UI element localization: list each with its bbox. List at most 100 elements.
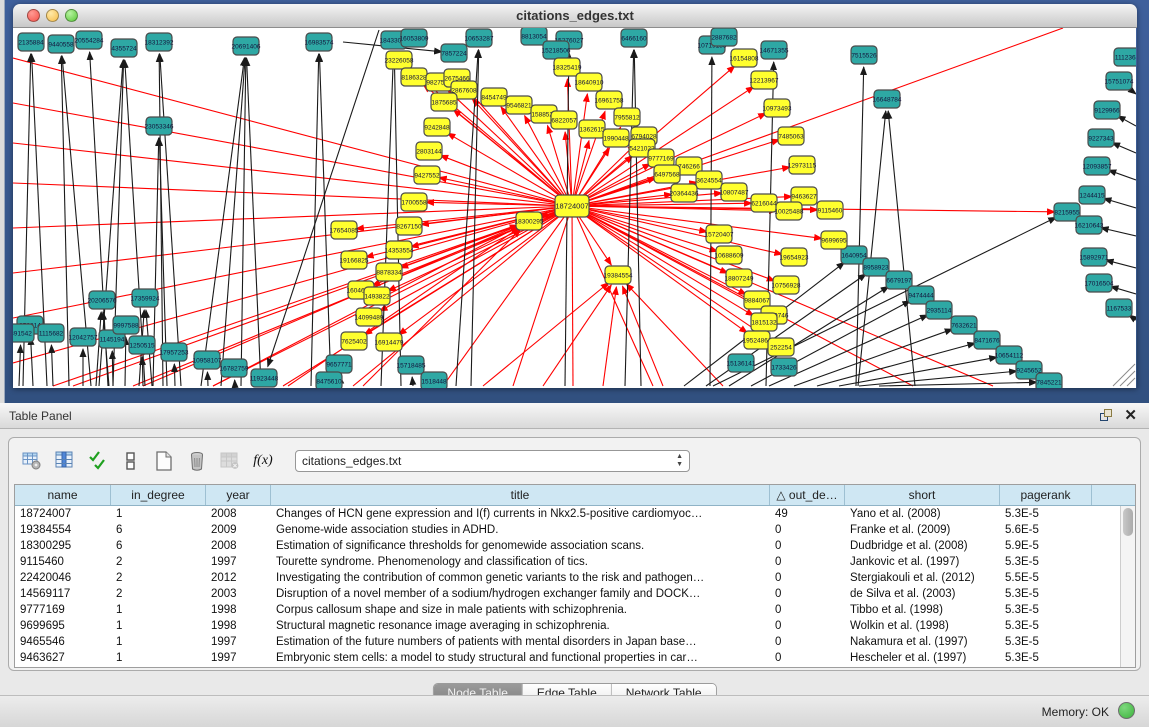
network-node[interactable]: 7485063 xyxy=(778,127,804,145)
table-cell[interactable]: 0 xyxy=(770,586,845,602)
unselect-all-button[interactable] xyxy=(118,448,144,474)
network-node[interactable]: 19384554 xyxy=(604,266,633,284)
network-node[interactable]: 8186328 xyxy=(401,68,427,86)
table-cell[interactable]: 5.6E-5 xyxy=(1000,522,1092,538)
table-cell[interactable]: 9115460 xyxy=(15,554,111,570)
table-cell[interactable]: Structural magnetic resonance image aver… xyxy=(271,618,770,634)
table-row[interactable]: 911546021997Tourette syndrome. Phenomeno… xyxy=(15,554,1135,570)
table-cell[interactable]: 9463627 xyxy=(15,650,111,666)
network-node[interactable]: 6822057 xyxy=(551,111,577,129)
network-node[interactable]: 8958923 xyxy=(863,258,889,276)
network-node[interactable]: 20691406 xyxy=(232,37,261,55)
table-cell[interactable]: 2 xyxy=(111,554,206,570)
table-cell[interactable]: Investigating the contribution of common… xyxy=(271,570,770,586)
network-edge[interactable] xyxy=(1118,116,1136,126)
network-edge[interactable] xyxy=(1106,260,1136,268)
table-cell[interactable]: 9465546 xyxy=(15,634,111,650)
table-cell[interactable]: Hescheler et al. (1997) xyxy=(845,650,1000,666)
table-cell[interactable]: 1997 xyxy=(206,554,271,570)
close-panel-icon[interactable]: ✕ xyxy=(1124,409,1137,423)
network-node[interactable]: 15718485 xyxy=(397,356,426,374)
network-edge[interactable] xyxy=(174,364,175,386)
network-node[interactable]: 2803144 xyxy=(416,142,442,160)
network-node[interactable]: 9115460 xyxy=(817,201,843,219)
table-cell[interactable]: Yano et al. (2008) xyxy=(845,506,1000,522)
network-node[interactable]: 1518448 xyxy=(421,372,447,388)
table-cell[interactable]: Franke et al. (2009) xyxy=(845,522,1000,538)
network-node[interactable]: 23053346 xyxy=(145,117,174,135)
network-node[interactable]: 16961758 xyxy=(595,91,624,109)
network-node[interactable]: 9997588 xyxy=(113,316,139,334)
table-cell[interactable]: 1998 xyxy=(206,602,271,618)
table-cell[interactable]: 0 xyxy=(770,570,845,586)
new-table-button[interactable] xyxy=(151,448,177,474)
network-node[interactable]: 9440558 xyxy=(48,35,74,53)
scrollbar-thumb[interactable] xyxy=(1123,508,1133,536)
network-node[interactable]: 9546821 xyxy=(506,96,532,114)
table-cell[interactable]: 2003 xyxy=(206,586,271,602)
network-node[interactable]: 2135884 xyxy=(18,33,44,51)
network-node[interactable]: 9777169 xyxy=(648,149,674,167)
network-node[interactable]: 10973493 xyxy=(763,99,792,117)
network-edge[interactable] xyxy=(572,206,1055,212)
close-window-icon[interactable] xyxy=(27,9,40,22)
resize-grip-icon[interactable] xyxy=(1113,364,1135,386)
network-node[interactable]: 9427552 xyxy=(414,166,440,184)
table-cell[interactable]: 19384554 xyxy=(15,522,111,538)
network-node[interactable]: 17957253 xyxy=(160,343,189,361)
table-cell[interactable]: 2 xyxy=(111,570,206,586)
table-vertical-scrollbar[interactable] xyxy=(1120,506,1135,668)
network-edge[interactable] xyxy=(112,351,113,386)
network-node[interactable]: 252254 xyxy=(768,338,794,356)
network-node[interactable]: 6466160 xyxy=(621,29,647,47)
table-cell[interactable]: 1997 xyxy=(206,634,271,650)
network-edge[interactable] xyxy=(142,357,143,386)
table-cell[interactable]: 5.3E-5 xyxy=(1000,634,1092,650)
network-node[interactable]: 18724007 xyxy=(555,195,589,217)
column-header-name[interactable]: name xyxy=(15,485,111,505)
table-cell[interactable]: 0 xyxy=(770,634,845,650)
table-cell[interactable]: 0 xyxy=(770,554,845,570)
table-cell[interactable]: 2009 xyxy=(206,522,271,538)
network-edge[interactable] xyxy=(1104,198,1136,208)
column-header-short[interactable]: short xyxy=(845,485,1000,505)
table-cell[interactable]: 5.9E-5 xyxy=(1000,538,1092,554)
network-node[interactable]: 1250515 xyxy=(129,336,155,354)
table-cell[interactable]: 1997 xyxy=(206,650,271,666)
network-node[interactable]: 1493822 xyxy=(364,287,390,305)
table-cell[interactable]: Tourette syndrome. Phenomenology and cla… xyxy=(271,554,770,570)
network-node[interactable]: 15218506 xyxy=(542,41,571,59)
table-cell[interactable]: 2 xyxy=(111,586,206,602)
network-node[interactable]: 8813054 xyxy=(521,28,547,45)
network-node[interactable]: 18807249 xyxy=(725,269,754,287)
network-graph[interactable]: 2135884944055820554284435572418312392206… xyxy=(13,28,1136,388)
network-edge[interactable] xyxy=(1112,143,1136,153)
network-edge[interactable] xyxy=(1108,170,1136,180)
table-cell[interactable]: 1 xyxy=(111,506,206,522)
table-cell[interactable]: 9699695 xyxy=(15,618,111,634)
float-panel-icon[interactable] xyxy=(1100,409,1114,423)
table-cell[interactable]: Dudbridge et al. (2008) xyxy=(845,538,1000,554)
network-node[interactable]: 14099489 xyxy=(355,308,384,326)
network-node[interactable]: 1115682 xyxy=(38,324,64,342)
table-cell[interactable]: 1 xyxy=(111,650,206,666)
network-node[interactable]: 16154808 xyxy=(730,49,759,67)
network-node[interactable]: 7845221 xyxy=(1036,373,1062,388)
network-node[interactable]: 1112363 xyxy=(1114,48,1136,66)
table-row[interactable]: 977716911998Corpus callosum shape and si… xyxy=(15,602,1135,618)
table-cell[interactable]: Nakamura et al. (1997) xyxy=(845,634,1000,650)
table-row[interactable]: 946554611997Estimation of the future num… xyxy=(15,634,1135,650)
table-cell[interactable]: 18300295 xyxy=(15,538,111,554)
network-node[interactable]: 7625402 xyxy=(341,332,367,350)
network-edge[interactable] xyxy=(399,206,572,335)
delete-rows-button[interactable] xyxy=(184,448,210,474)
table-cell[interactable]: 22420046 xyxy=(15,570,111,586)
table-cell[interactable]: 2012 xyxy=(206,570,271,586)
table-row[interactable]: 1456911722003Disruption of a novel membe… xyxy=(15,586,1135,602)
table-settings-button[interactable] xyxy=(19,448,45,474)
network-node[interactable]: 9242848 xyxy=(424,118,450,136)
network-node[interactable]: 11923448 xyxy=(250,369,279,387)
network-node[interactable]: 2935114 xyxy=(926,301,952,319)
network-node[interactable]: 14671355 xyxy=(760,41,789,59)
network-table-select[interactable]: citations_edges.txt ▲▼ xyxy=(295,450,690,472)
